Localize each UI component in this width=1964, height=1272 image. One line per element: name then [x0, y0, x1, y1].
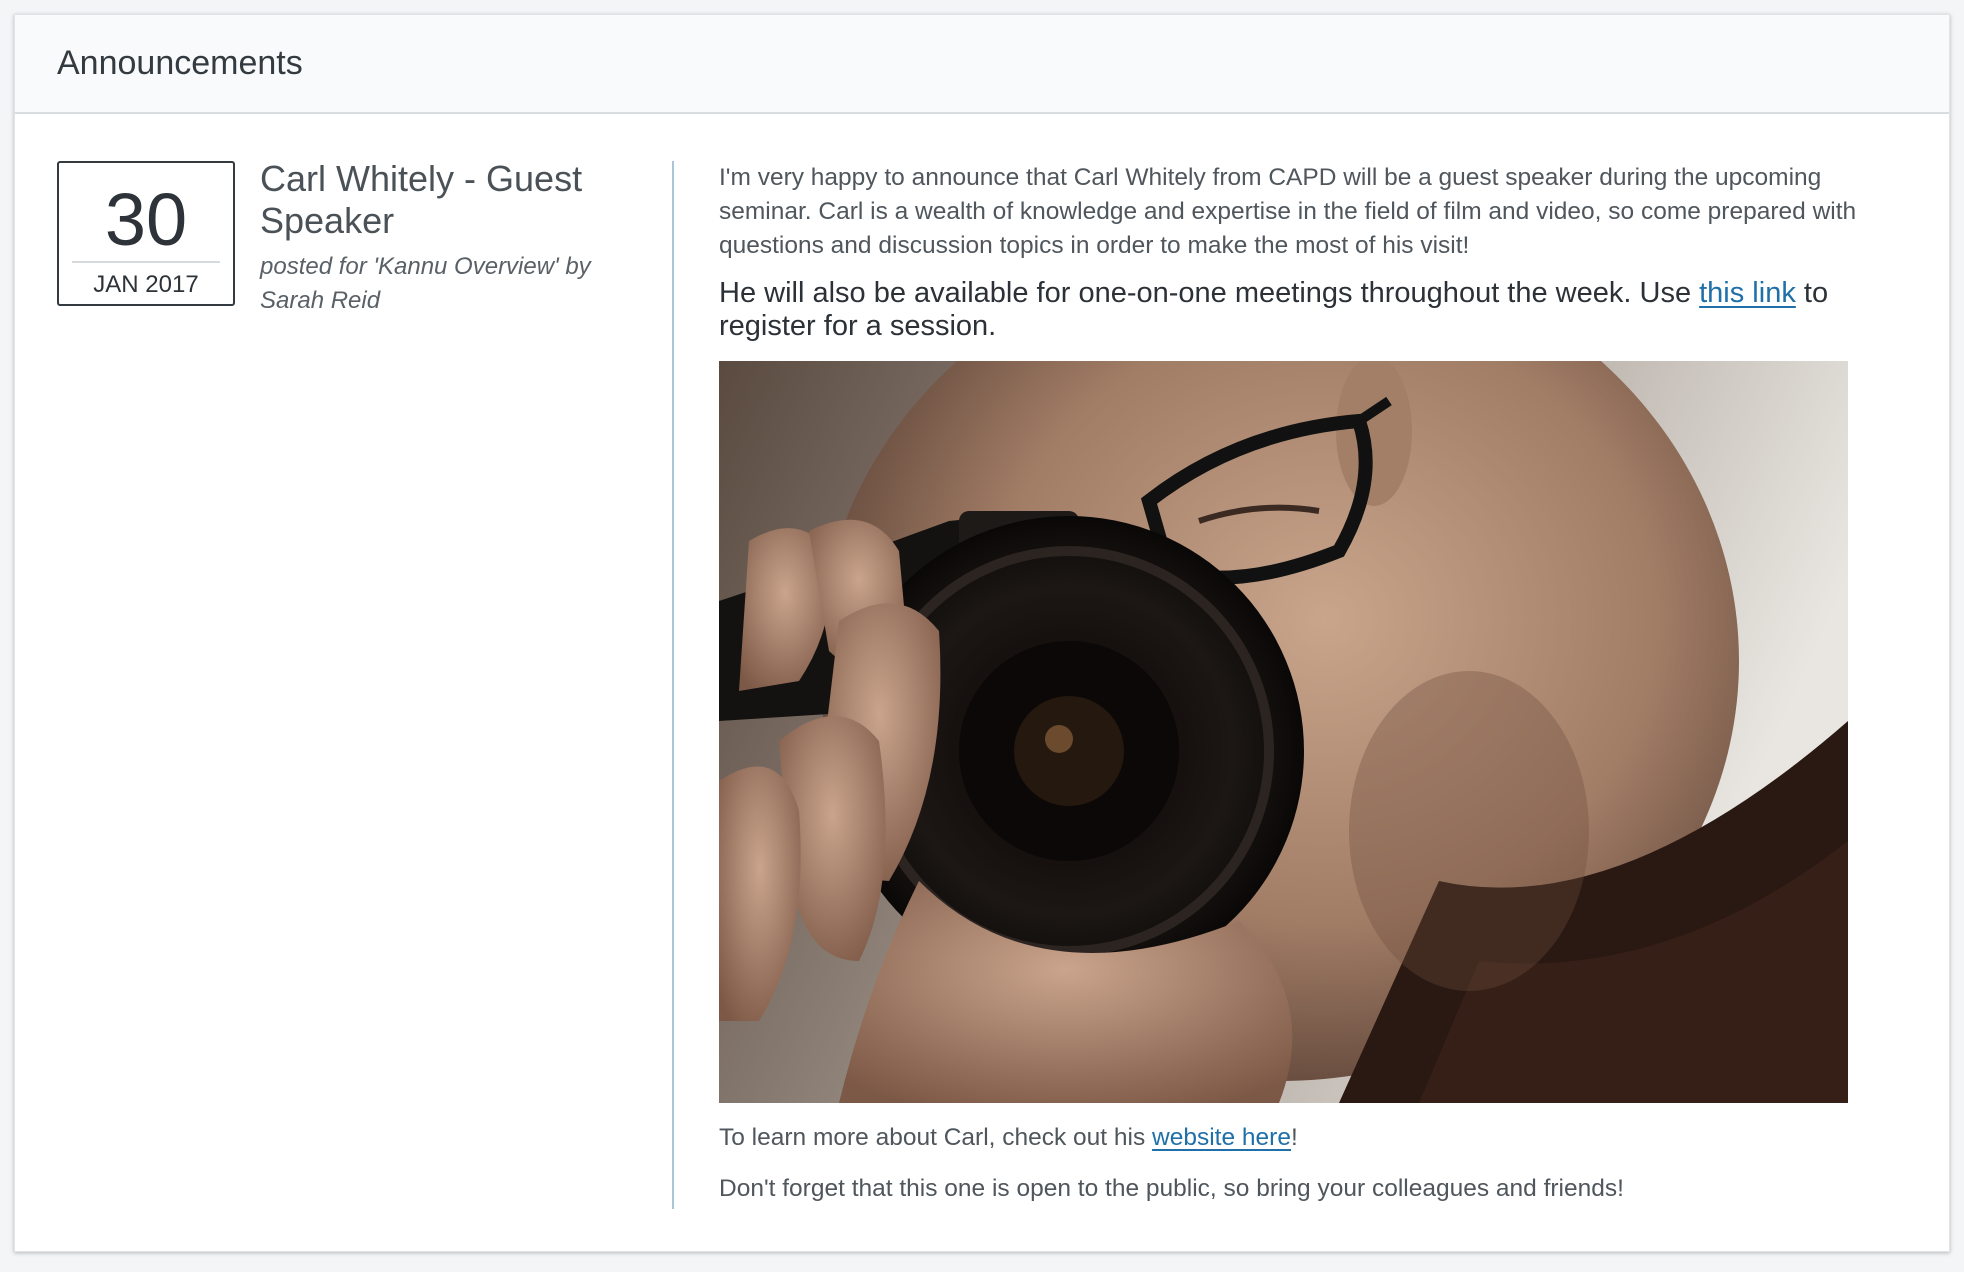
website-link[interactable]: website here — [1152, 1124, 1291, 1151]
announcement-meta: Carl Whitely - Guest Speaker posted for … — [260, 158, 650, 318]
announcement-item: 30 JAN 2017 Carl Whitely - Guest Speaker… — [15, 116, 1949, 1251]
paragraph-intro: I'm very happy to announce that Carl Whi… — [719, 164, 1857, 259]
page-title: Announcements — [57, 44, 303, 82]
announcements-card: Announcements 30 JAN 2017 Carl Whitely -… — [14, 14, 1950, 1252]
paragraph-meetings: He will also be available for one-on-one… — [719, 277, 1909, 343]
announcement-title: Carl Whitely - Guest Speaker — [260, 158, 583, 241]
paragraph-website: To learn more about Carl, check out his … — [719, 1121, 1909, 1155]
date-day: 30 — [104, 178, 188, 261]
this-link[interactable]: this link — [1699, 277, 1796, 309]
date-badge: 30 JAN 2017 — [57, 161, 235, 306]
paragraph-public: Don't forget that this one is open to th… — [719, 1175, 1624, 1202]
announcement-body: I'm very happy to announce that Carl Whi… — [719, 161, 1909, 1206]
card-header: Announcements — [15, 15, 1949, 114]
vertical-divider — [672, 161, 674, 1209]
date-separator — [72, 261, 220, 263]
date-month-year: JAN 2017 — [93, 271, 199, 298]
posted-for-text: posted for 'Kannu Overview' by Sarah Rei… — [260, 253, 591, 314]
paragraph-meetings-text: He will also be available for one-on-one… — [719, 277, 1700, 309]
speaker-photo: NI — [719, 361, 1848, 1103]
paragraph-website-text: To learn more about Carl, check out his — [719, 1124, 1153, 1151]
paragraph-website-text-end: ! — [1290, 1124, 1298, 1151]
